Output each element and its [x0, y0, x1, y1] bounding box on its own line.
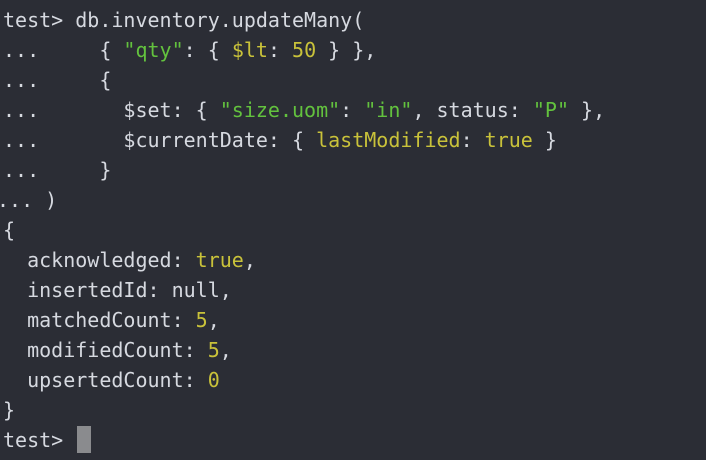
terminal-token: upsertedCount:: [3, 368, 208, 392]
terminal-line: ... {: [0, 65, 706, 95]
terminal-token: ... $set: {: [3, 98, 220, 122]
terminal-token: {: [3, 218, 16, 242]
terminal-line: ... { "qty": { $lt: 50 } },: [0, 35, 706, 65]
terminal-token: :: [340, 98, 365, 122]
terminal-token: acknowledged:: [3, 248, 196, 272]
terminal-line: upsertedCount: 0: [0, 365, 706, 395]
terminal-token: ,: [243, 248, 256, 272]
terminal-prompt-line[interactable]: test>: [0, 425, 706, 455]
terminal-token: 5: [195, 308, 208, 332]
terminal-token: }: [3, 398, 16, 422]
terminal-token: } },: [316, 38, 377, 62]
text-cursor: [77, 426, 92, 453]
terminal-line: ... $set: { "size.uom": "in", status: "P…: [0, 95, 706, 125]
terminal-line: {: [0, 215, 706, 245]
terminal-token: 0: [207, 368, 220, 392]
prompt-text: test>: [3, 428, 76, 452]
terminal-token: true: [484, 128, 533, 152]
terminal-token: "size.uom": [219, 98, 341, 122]
terminal-token: modifiedCount:: [3, 338, 208, 362]
terminal-line: insertedId: null,: [0, 275, 706, 305]
terminal-token: },: [568, 98, 606, 122]
terminal-token: :: [460, 128, 485, 152]
terminal-line: }: [0, 395, 706, 425]
terminal-token: "in": [364, 98, 413, 122]
terminal-line: ... $currentDate: { lastModified: true }: [0, 125, 706, 155]
terminal-token: 5: [207, 338, 220, 362]
terminal-token: ,: [219, 338, 232, 362]
terminal-line: ... }: [0, 155, 706, 185]
terminal-token: : {: [183, 38, 232, 62]
terminal-line: modifiedCount: 5,: [0, 335, 706, 365]
terminal-token: ... {: [3, 38, 124, 62]
terminal-token: ... }: [3, 158, 112, 182]
terminal-line: ... ): [0, 185, 706, 215]
terminal-token: ... ): [0, 188, 58, 212]
terminal-line: matchedCount: 5,: [0, 305, 706, 335]
terminal-token: insertedId: null,: [3, 278, 232, 302]
terminal-token: ... $currentDate: {: [3, 128, 317, 152]
terminal-token: 50: [292, 38, 317, 62]
terminal-output: test> db.inventory.updateMany( ... { "qty…: [0, 5, 706, 425]
terminal-token: }: [532, 128, 557, 152]
terminal-token: :: [267, 38, 293, 62]
terminal-token: true: [195, 248, 244, 272]
terminal-token: ,: [207, 308, 220, 332]
terminal-token: , status:: [412, 98, 533, 122]
terminal-line: test> db.inventory.updateMany(: [0, 5, 706, 35]
terminal-window[interactable]: test> db.inventory.updateMany( ... { "qty…: [0, 0, 706, 460]
terminal-token: test> db.inventory.updateMany(: [3, 8, 365, 32]
terminal-token: "qty": [123, 38, 184, 62]
terminal-token: matchedCount:: [3, 308, 196, 332]
terminal-token: "P": [532, 98, 569, 122]
terminal-token: lastModified: [316, 128, 461, 152]
terminal-line: acknowledged: true,: [0, 245, 706, 275]
terminal-token: ... {: [3, 68, 112, 92]
terminal-token: $lt: [231, 38, 268, 62]
